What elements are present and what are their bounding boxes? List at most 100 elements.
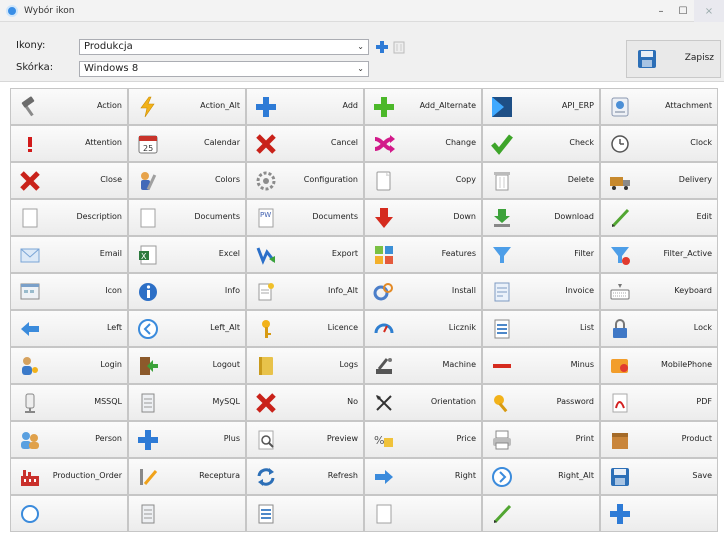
- icon-tile-receptura[interactable]: Receptura: [128, 458, 246, 495]
- icon-tile-label: Keyboard: [674, 286, 712, 295]
- icon-tile-invoice[interactable]: Invoice: [482, 273, 600, 310]
- icon-tile-copy[interactable]: Copy: [364, 162, 482, 199]
- icon-tile-item-66[interactable]: [10, 495, 128, 532]
- icon-tile-delete[interactable]: Delete: [482, 162, 600, 199]
- excel-icon: X: [139, 245, 157, 265]
- icon-tile-licence[interactable]: Licence: [246, 310, 364, 347]
- icon-tile-info[interactable]: Info: [128, 273, 246, 310]
- skorka-select[interactable]: Windows 8 ⌄: [79, 61, 369, 77]
- icon-tile-add_alternate[interactable]: Add_Alternate: [364, 88, 482, 125]
- icon-tile-mssql[interactable]: MSSQL: [10, 384, 128, 421]
- icon-tile-label: Close: [100, 175, 122, 184]
- password-key-icon: [494, 395, 508, 413]
- icon-tile-licznik[interactable]: Licznik: [364, 310, 482, 347]
- icon-tile-left[interactable]: Left: [10, 310, 128, 347]
- icon-tile-close[interactable]: Close: [10, 162, 128, 199]
- icon-tile-mobilephone[interactable]: MobilePhone: [600, 347, 718, 384]
- window-controls: – ☐ ×: [650, 0, 724, 22]
- icon-tile-check[interactable]: Check: [482, 125, 600, 162]
- minimize-button[interactable]: –: [650, 0, 672, 22]
- skorka-value: Windows 8: [84, 63, 139, 74]
- close-button[interactable]: ×: [694, 0, 724, 22]
- icon-tile-product[interactable]: Product: [600, 421, 718, 458]
- icon-tile-attachment[interactable]: Attachment: [600, 88, 718, 125]
- puzzle-icon: [375, 246, 393, 264]
- icon-tile-filter[interactable]: Filter: [482, 236, 600, 273]
- icon-tile-attention[interactable]: Attention: [10, 125, 128, 162]
- icon-tile-lock[interactable]: Lock: [600, 310, 718, 347]
- icon-tile-download[interactable]: Download: [482, 199, 600, 236]
- icon-tile-delivery[interactable]: Delivery: [600, 162, 718, 199]
- icon-tile-email[interactable]: Email: [10, 236, 128, 273]
- icon-tile-person[interactable]: Person: [10, 421, 128, 458]
- icon-tile-export[interactable]: Export: [246, 236, 364, 273]
- icon-tile-production_order[interactable]: Production_Order: [10, 458, 128, 495]
- maximize-button[interactable]: ☐: [672, 0, 694, 22]
- icon-tile-logout[interactable]: Logout: [128, 347, 246, 384]
- icon-tile-logs[interactable]: Logs: [246, 347, 364, 384]
- icon-tile-down[interactable]: Down: [364, 199, 482, 236]
- icon-tile-orientation[interactable]: Orientation: [364, 384, 482, 421]
- icon-tile-minus[interactable]: Minus: [482, 347, 600, 384]
- icon-tile-item-68[interactable]: [246, 495, 364, 532]
- icon-tile-mysql[interactable]: MySQL: [128, 384, 246, 421]
- icon-tile-item-67[interactable]: [128, 495, 246, 532]
- icon-tile-print[interactable]: Print: [482, 421, 600, 458]
- icon-tile-description[interactable]: Description: [10, 199, 128, 236]
- icon-tile-calendar[interactable]: 25 Calendar: [128, 125, 246, 162]
- icon-tile-action[interactable]: Action: [10, 88, 128, 125]
- price-icon: %: [374, 434, 393, 447]
- info-doc-icon: [258, 283, 274, 301]
- icon-tile-refresh[interactable]: Refresh: [246, 458, 364, 495]
- icon-tile-features[interactable]: Features: [364, 236, 482, 273]
- icon-tile-item-70[interactable]: [482, 495, 600, 532]
- icon-tile-login[interactable]: Login: [10, 347, 128, 384]
- icon-tile-info_alt[interactable]: Info_Alt: [246, 273, 364, 310]
- icon-tile-change[interactable]: Change: [364, 125, 482, 162]
- icon-tile-edit[interactable]: Edit: [600, 199, 718, 236]
- icon-tile-machine[interactable]: Machine: [364, 347, 482, 384]
- icon-tile-item-71[interactable]: [600, 495, 718, 532]
- icon-tile-install[interactable]: Install: [364, 273, 482, 310]
- icon-grid-area: Action Action_Alt Add Add_Alternate API_ERP A…: [10, 88, 720, 553]
- icon-tile-password[interactable]: Password: [482, 384, 600, 421]
- icon-tile-plus[interactable]: Plus: [128, 421, 246, 458]
- circle-icon: [21, 505, 39, 523]
- document-icon: [140, 208, 156, 228]
- icon-tile-excel[interactable]: X Excel: [128, 236, 246, 273]
- icon-tile-api_erp[interactable]: API_ERP: [482, 88, 600, 125]
- icon-tile-colors[interactable]: Colors: [128, 162, 246, 199]
- icon-tile-add[interactable]: Add: [246, 88, 364, 125]
- icon-tile-no[interactable]: No: [246, 384, 364, 421]
- icon-tile-right_alt[interactable]: Right_Alt: [482, 458, 600, 495]
- icon-tile-documents[interactable]: Documents: [128, 199, 246, 236]
- icon-tile-keyboard[interactable]: Keyboard: [600, 273, 718, 310]
- icon-tile-label: Price: [456, 434, 476, 443]
- icon-tile-pdf[interactable]: PDF: [600, 384, 718, 421]
- icon-tile-filter_active[interactable]: Filter_Active: [600, 236, 718, 273]
- icon-tile-label: Preview: [326, 434, 358, 443]
- icon-tile-label: Attention: [85, 138, 122, 147]
- icon-tile-configuration[interactable]: Configuration: [246, 162, 364, 199]
- icon-tile-left_alt[interactable]: Left_Alt: [128, 310, 246, 347]
- icon-tile-label: Attachment: [665, 101, 712, 110]
- icon-tile-cancel[interactable]: Cancel: [246, 125, 364, 162]
- icon-tile-preview[interactable]: Preview: [246, 421, 364, 458]
- ikony-select[interactable]: Produkcja ⌄: [79, 39, 369, 55]
- icon-tile-label: No: [347, 397, 358, 406]
- icon-tile-documents[interactable]: PW Documents: [246, 199, 364, 236]
- icon-tile-list[interactable]: List: [482, 310, 600, 347]
- add-icon-button[interactable]: [375, 40, 389, 54]
- delete-icon-button[interactable]: [392, 40, 406, 54]
- icon-tile-price[interactable]: % Price: [364, 421, 482, 458]
- icon-tile-right[interactable]: Right: [364, 458, 482, 495]
- icon-tile-action_alt[interactable]: Action_Alt: [128, 88, 246, 125]
- icon-tile-label: Export: [331, 249, 358, 258]
- pdf-icon: [612, 393, 628, 413]
- icon-tile-item-69[interactable]: [364, 495, 482, 532]
- save-button[interactable]: Zapisz: [626, 40, 721, 78]
- api-icon: [492, 97, 512, 117]
- icon-tile-icon[interactable]: Icon: [10, 273, 128, 310]
- icon-tile-clock[interactable]: Clock: [600, 125, 718, 162]
- icon-tile-save[interactable]: Save: [600, 458, 718, 495]
